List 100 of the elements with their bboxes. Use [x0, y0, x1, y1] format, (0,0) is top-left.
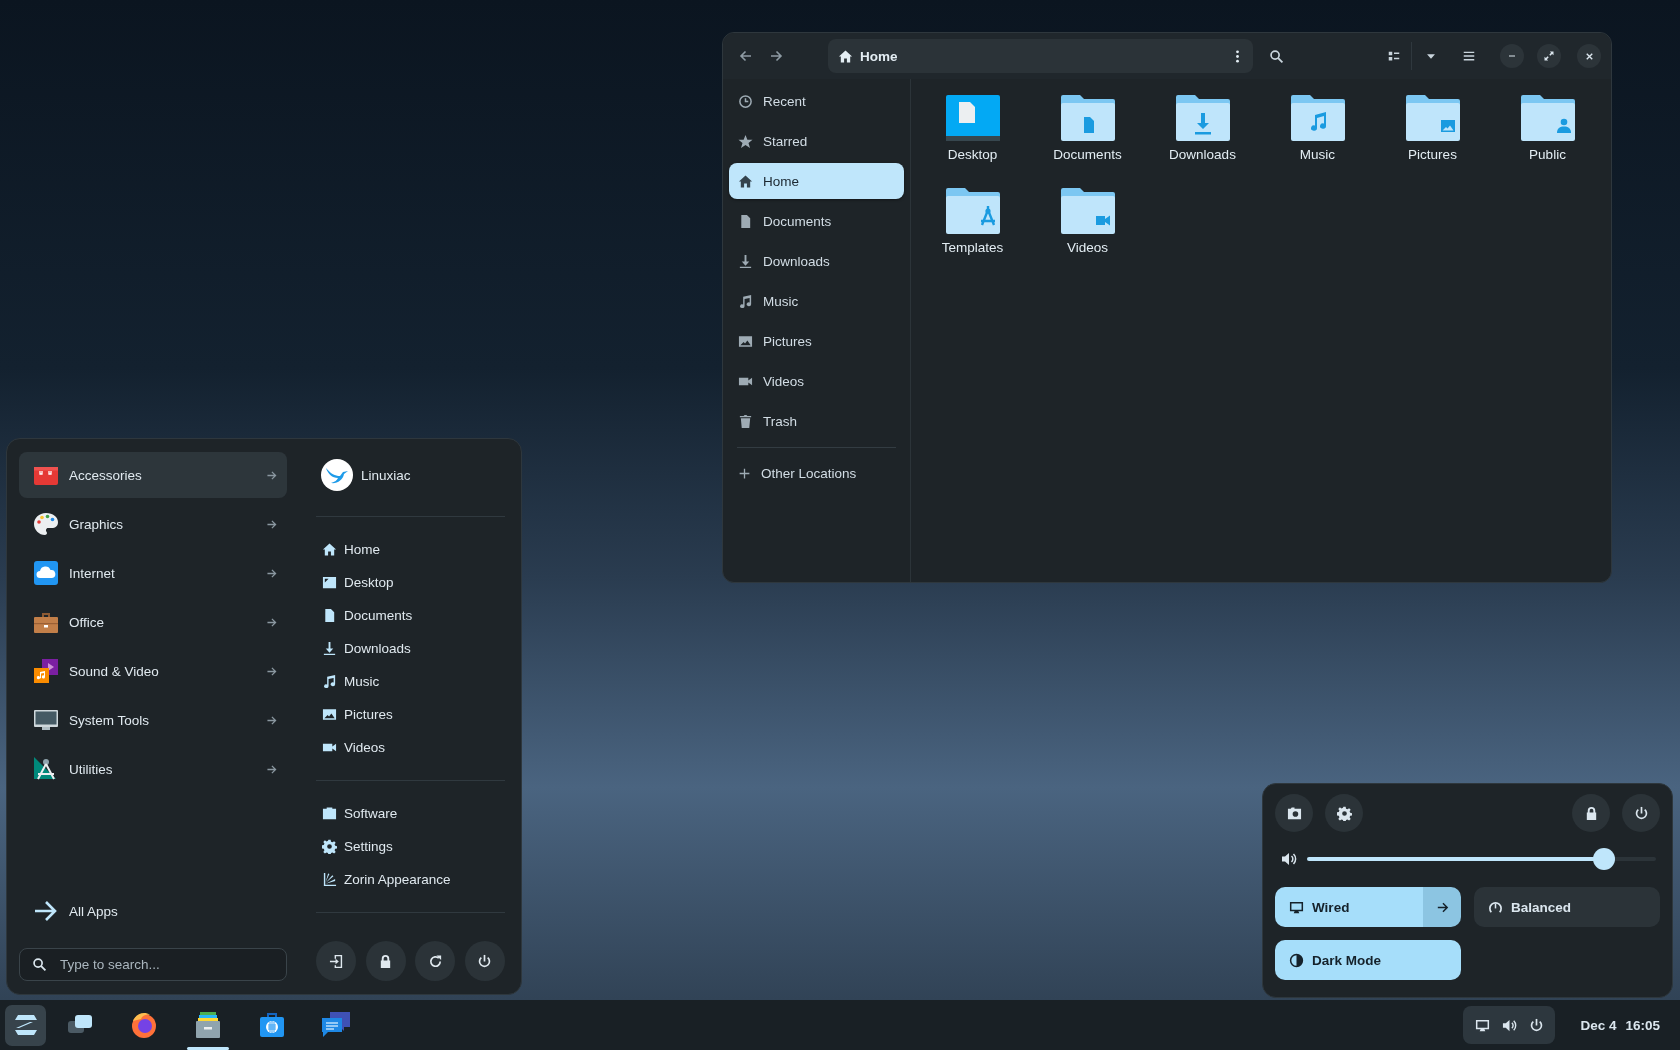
place-item[interactable]: Music [316, 665, 388, 698]
lock-button[interactable] [1572, 794, 1610, 832]
fan-icon [322, 872, 337, 887]
quick-toggle[interactable]: Balanced [1474, 887, 1660, 927]
folder-item[interactable]: Music [1260, 93, 1375, 162]
palette-icon [32, 510, 60, 538]
minimize-button[interactable] [1500, 44, 1524, 68]
all-apps-button[interactable]: All Apps [19, 891, 126, 931]
lock-button[interactable] [365, 941, 406, 981]
running-indicator [187, 1047, 229, 1050]
cloud-icon [32, 559, 60, 587]
category-item[interactable]: Sound & Video [19, 648, 287, 694]
category-item[interactable]: Graphics [19, 501, 287, 547]
place-item[interactable]: Home [316, 533, 388, 566]
desktop-icon [322, 575, 337, 590]
power-icon [1633, 805, 1649, 821]
path-bar[interactable]: Home [828, 39, 1253, 73]
sidebar-item[interactable]: Pictures [729, 323, 904, 359]
home-icon [838, 48, 853, 64]
folder-icon [1059, 186, 1116, 236]
sidebar-item[interactable]: Starred [729, 123, 904, 159]
place-item[interactable]: Desktop [316, 566, 402, 599]
user-button[interactable]: Linuxiac [316, 451, 419, 499]
slider-thumb[interactable] [1592, 848, 1615, 870]
sidebar-item[interactable]: Music [729, 283, 904, 319]
quick-toggle[interactable]: Dark Mode [1275, 940, 1461, 980]
sidebar-item[interactable]: Videos [729, 363, 904, 399]
speaker-icon [1281, 851, 1297, 867]
sidebar-item[interactable]: Recent [729, 83, 904, 119]
music-note-icon [738, 293, 753, 309]
app-item[interactable]: Zorin Appearance [316, 863, 459, 896]
folder-item[interactable]: Templates [915, 186, 1030, 255]
power-button[interactable] [1622, 794, 1660, 832]
volume-slider[interactable] [1307, 847, 1656, 871]
clock-time: 16:05 [1625, 1017, 1660, 1033]
power-icon [477, 953, 493, 969]
folder-item[interactable]: Videos [1030, 186, 1145, 255]
clock-icon [738, 93, 753, 109]
search-icon [1268, 48, 1284, 64]
list-view-icon [1387, 49, 1401, 63]
log-out-icon [328, 953, 344, 969]
speaker-icon [1501, 1017, 1517, 1033]
place-item[interactable]: Pictures [316, 698, 401, 731]
logout-button[interactable] [316, 941, 356, 981]
sidebar-item[interactable]: Other Locations [729, 455, 904, 491]
picture-icon [322, 707, 337, 722]
sidebar-item[interactable]: Downloads [729, 243, 904, 279]
place-item[interactable]: Documents [316, 599, 421, 632]
desktop-folder-icon [944, 93, 1001, 143]
app-item[interactable]: Software [316, 797, 406, 830]
camera-icon [1286, 805, 1302, 821]
app-item[interactable]: Settings [316, 830, 401, 863]
close-button[interactable] [1577, 44, 1601, 68]
document-icon [322, 608, 337, 623]
expand-button[interactable] [1423, 887, 1461, 927]
power-icon [1528, 1017, 1544, 1033]
sidebar-item[interactable]: Home [729, 163, 904, 199]
search-field[interactable]: Type to search... [19, 948, 287, 981]
clock-date: Dec 4 [1580, 1017, 1617, 1033]
maximize-button[interactable] [1537, 44, 1561, 68]
picture-icon [738, 333, 753, 349]
home-icon [738, 173, 753, 189]
system-status-button[interactable] [1463, 1006, 1556, 1044]
briefcase-icon [322, 806, 337, 821]
gauge-icon [1488, 899, 1503, 915]
sidebar-item[interactable]: Documents [729, 203, 904, 239]
restart-button[interactable] [415, 941, 456, 981]
screenshot-button[interactable] [1275, 794, 1313, 832]
folder-item[interactable]: Public [1490, 93, 1605, 162]
monitor-icon [1475, 1017, 1491, 1033]
category-item[interactable]: Internet [19, 550, 287, 596]
gear-icon [1336, 805, 1352, 821]
category-item[interactable]: Accessories [19, 452, 287, 498]
download-icon [738, 253, 753, 269]
network-toggle[interactable]: Wired [1275, 887, 1423, 927]
trash-icon [738, 413, 753, 429]
folder-icon [1289, 93, 1346, 143]
search-icon [32, 957, 47, 972]
star-icon [738, 133, 753, 149]
place-item[interactable]: Videos [316, 731, 394, 764]
download-icon [322, 641, 337, 656]
forward-arrow-icon [768, 48, 784, 64]
monitor-icon [1289, 899, 1304, 915]
folder-icon [1174, 93, 1231, 143]
plus-icon [738, 466, 751, 480]
category-item[interactable]: Office [19, 599, 287, 645]
bird-avatar-icon [321, 459, 353, 491]
sidebar-item[interactable]: Trash [729, 403, 904, 439]
folder-item[interactable]: Documents [1030, 93, 1145, 162]
power-button[interactable] [464, 941, 505, 981]
settings-button[interactable] [1325, 794, 1363, 832]
folder-item[interactable]: Pictures [1375, 93, 1490, 162]
start-button[interactable] [5, 1004, 46, 1046]
music-note-icon [322, 674, 337, 689]
category-item[interactable]: Utilities [19, 746, 287, 792]
folder-item[interactable]: Desktop [915, 93, 1030, 162]
place-item[interactable]: Downloads [316, 632, 419, 665]
folder-item[interactable]: Downloads [1145, 93, 1260, 162]
category-item[interactable]: System Tools [19, 697, 287, 743]
document-icon [738, 213, 753, 229]
